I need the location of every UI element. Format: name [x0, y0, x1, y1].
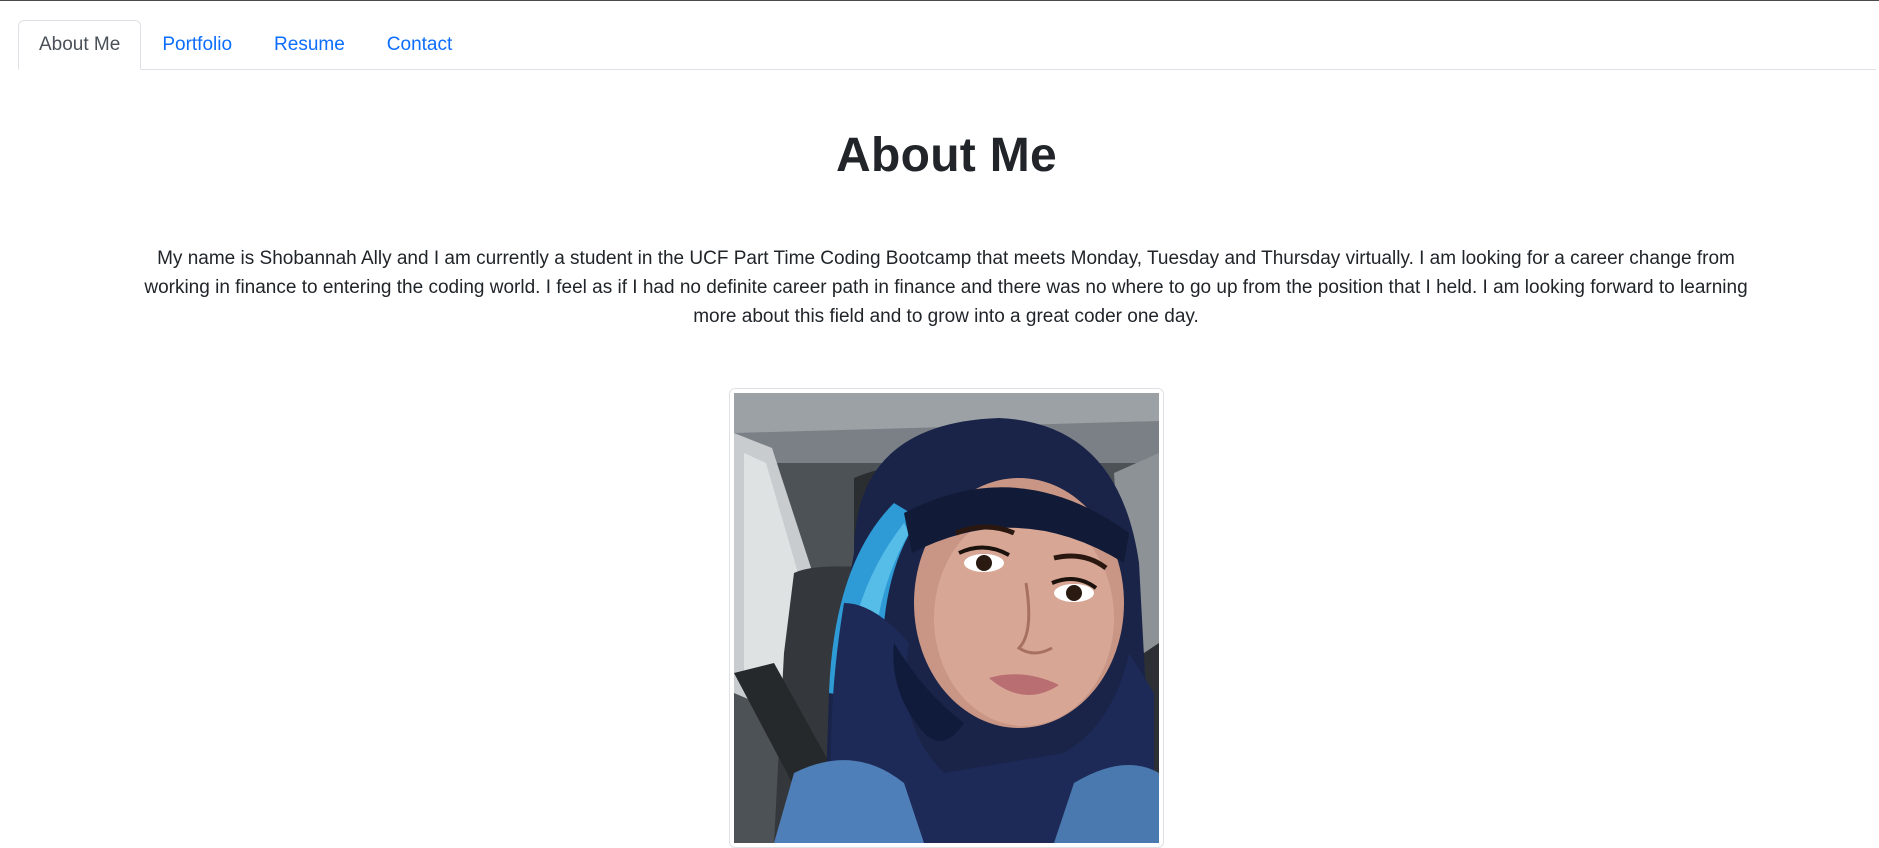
nav-tabs: About Me Portfolio Resume Contact [18, 20, 1876, 70]
page-title: About Me [835, 129, 1058, 182]
top-border [0, 0, 1879, 1]
tab-contact[interactable]: Contact [366, 20, 473, 70]
tab-portfolio[interactable]: Portfolio [141, 20, 253, 70]
intro-paragraph: My name is Shobannah Ally and I am curre… [144, 248, 1748, 327]
tab-about-me[interactable]: About Me [18, 20, 142, 70]
profile-photo-frame [729, 388, 1164, 848]
tab-resume[interactable]: Resume [253, 20, 366, 70]
profile-photo [734, 393, 1159, 843]
